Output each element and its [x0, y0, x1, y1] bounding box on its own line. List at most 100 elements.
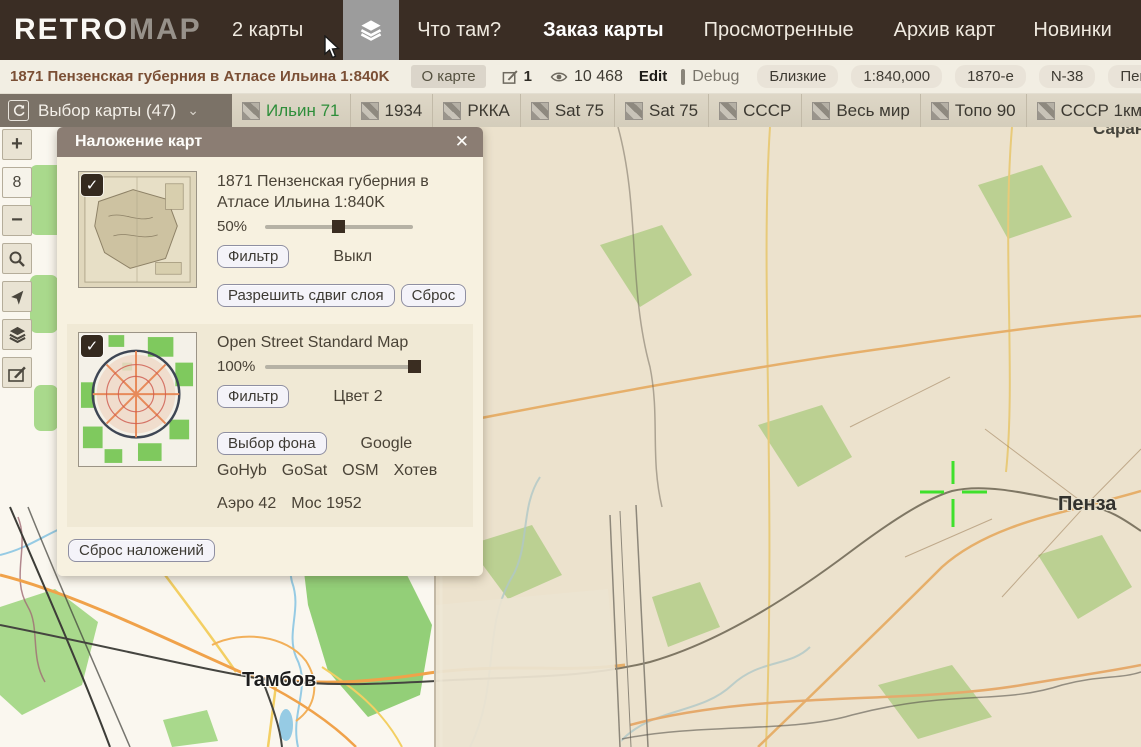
layer2-filter-value: Цвет 2 — [333, 388, 382, 406]
layer1-title: 1871 Пензенская губерния в Атласе Ильина… — [217, 171, 463, 213]
layer2-filter-button[interactable]: Фильтр — [217, 385, 289, 408]
tab-topo-90[interactable]: Топо 90 — [921, 94, 1027, 127]
tab-sssr-1km[interactable]: СССР 1км — [1027, 94, 1141, 127]
map-info-bar: 1871 Пензенская губерния в Атласе Ильина… — [0, 60, 1141, 94]
chevron-down-icon: ⌄ — [187, 102, 199, 119]
close-icon[interactable]: ✕ — [441, 132, 483, 152]
layer1-opacity-slider[interactable] — [265, 225, 413, 229]
pencil-box-icon — [7, 363, 27, 383]
nav-map-archive[interactable]: Архив карт — [894, 19, 996, 42]
zoom-level-indicator: 8 — [2, 167, 32, 198]
layers-icon — [359, 18, 383, 42]
map-tabs-bar: Выбор карты (47) ⌄ Ильин 71 1934 РККА Sa… — [0, 94, 1141, 127]
bg-option-khotev[interactable]: Хотев — [394, 462, 438, 480]
reset-overlays-button[interactable]: Сброс наложений — [68, 539, 215, 562]
layers-button[interactable] — [2, 319, 32, 350]
tab-ilyin-71[interactable]: Ильин 71 — [232, 94, 351, 127]
tab-thumbnail — [625, 102, 643, 120]
layer1-filter-button[interactable]: Фильтр — [217, 245, 289, 268]
background-select-button[interactable]: Выбор фона — [217, 432, 327, 455]
current-map-title: 1871 Пензенская губерния в Атласе Ильина… — [10, 68, 389, 85]
badge-penza[interactable]: Пенза — [1108, 65, 1141, 88]
dialog-titlebar[interactable]: Наложение карт ✕ — [57, 127, 483, 157]
tab-whole-world-a[interactable]: Весь мир — [802, 94, 921, 127]
city-label-saransk: Саран — [1093, 127, 1141, 139]
layer1-slider-handle[interactable] — [332, 220, 345, 233]
tab-thumbnail — [1037, 102, 1055, 120]
layer2-title: Open Street Standard Map — [217, 332, 463, 353]
locate-button[interactable] — [2, 281, 32, 312]
bg-option-aero-42[interactable]: Аэро 42 — [217, 495, 276, 513]
about-map-button[interactable]: О карте — [411, 65, 485, 88]
overlay-layer-osm: ✓ Open Street Standard Map 100% Фильтр Ц… — [67, 324, 473, 527]
checkmark-icon: ✓ — [86, 176, 99, 194]
search-icon — [8, 250, 26, 268]
tab-1934[interactable]: 1934 — [351, 94, 434, 127]
layer2-checkbox[interactable]: ✓ — [81, 335, 103, 357]
edits-counter[interactable]: 1 — [502, 68, 532, 85]
top-navigation-bar: RETROMAP 2 карты Что там? Заказ карты Пр… — [0, 0, 1141, 60]
tab-thumbnail — [931, 102, 949, 120]
bg-option-osm[interactable]: OSM — [342, 462, 378, 480]
layer1-reset-button[interactable]: Сброс — [401, 284, 467, 307]
nav-viewed[interactable]: Просмотренные — [704, 19, 854, 42]
layer-thumbnail-wrap: ✓ — [78, 171, 197, 307]
tag-badges: Близкие 1:840,000 1870-е N-38 Пенза Атла… — [757, 65, 1141, 88]
refresh-icon[interactable] — [8, 100, 29, 121]
tab-thumbnail — [812, 102, 830, 120]
dialog-body: ✓ 1871 Пензенская губерния в Атласе Ильи… — [57, 157, 483, 576]
bg-option-gohyb[interactable]: GoHyb — [217, 462, 267, 480]
logo-map: MAP — [129, 13, 202, 46]
tab-thumbnail — [443, 102, 461, 120]
allow-layer-shift-button[interactable]: Разрешить сдвиг слоя — [217, 284, 395, 307]
navigation-arrow-icon — [8, 288, 26, 306]
tab-sat75-a[interactable]: Sat 75 — [521, 94, 615, 127]
tab-thumbnail — [719, 102, 737, 120]
tab-thumbnail — [242, 102, 260, 120]
tab-sssr[interactable]: СССР — [709, 94, 802, 127]
eye-icon — [550, 70, 568, 84]
map-tabs: Ильин 71 1934 РККА Sat 75 Sat 75 СССР Ве… — [232, 94, 1141, 127]
tab-thumbnail — [531, 102, 549, 120]
zoom-out-button[interactable]: − — [2, 205, 32, 236]
badge-decade[interactable]: 1870-е — [955, 65, 1026, 88]
retromap-logo[interactable]: RETROMAP — [0, 13, 210, 47]
views-counter: 10 468 — [550, 68, 623, 86]
nav-two-maps[interactable]: 2 карты — [232, 19, 303, 42]
zoom-in-button[interactable]: + — [2, 129, 32, 160]
logo-retro: RETRO — [14, 13, 129, 46]
layer1-checkbox[interactable]: ✓ — [81, 174, 103, 196]
layers-icon — [8, 325, 27, 344]
layer2-slider-handle[interactable] — [408, 360, 421, 373]
map-overlay-dialog: Наложение карт ✕ ✓ — [57, 127, 483, 576]
layer1-filter-value: Выкл — [333, 248, 372, 266]
tab-thumbnail — [361, 102, 379, 120]
map-selector-dropdown[interactable]: Выбор карты (47) ⌄ — [0, 94, 232, 127]
search-button[interactable] — [2, 243, 32, 274]
nav-new-items[interactable]: Новинки — [1033, 19, 1111, 42]
layer1-opacity-value: 50% — [217, 218, 265, 235]
badge-scale[interactable]: 1:840,000 — [851, 65, 942, 88]
bg-option-mos-1952[interactable]: Мос 1952 — [291, 495, 361, 513]
checkmark-icon: ✓ — [86, 337, 99, 355]
nav-order-map[interactable]: Заказ карты — [543, 19, 664, 42]
layer2-opacity-slider[interactable] — [265, 365, 415, 369]
layer2-opacity-value: 100% — [217, 358, 265, 375]
map-tool-sidebar: + 8 − — [2, 129, 32, 395]
edit-count: 1 — [524, 68, 532, 85]
edit-link[interactable]: Edit — [639, 68, 667, 85]
background-current-value[interactable]: Google — [361, 435, 413, 453]
bg-option-gosat[interactable]: GoSat — [282, 462, 327, 480]
nav-what-is-there[interactable]: Что там? — [417, 19, 501, 42]
draw-button[interactable] — [2, 357, 32, 388]
tab-rkka[interactable]: РККА — [433, 94, 520, 127]
badge-sheet[interactable]: N-38 — [1039, 65, 1096, 88]
badge-nearby[interactable]: Близкие — [757, 65, 838, 88]
dialog-title: Наложение карт — [57, 133, 441, 151]
nav-layers-tab-active[interactable] — [343, 0, 399, 60]
tab-sat75-b[interactable]: Sat 75 — [615, 94, 709, 127]
debug-checkbox[interactable] — [681, 69, 685, 85]
views-count: 10 468 — [574, 68, 623, 86]
background-options: GoHyb GoSat OSM Хотев Аэро 42 Мос 1952 — [217, 462, 467, 513]
overlay-layer-old-map: ✓ 1871 Пензенская губерния в Атласе Ильи… — [67, 169, 473, 309]
